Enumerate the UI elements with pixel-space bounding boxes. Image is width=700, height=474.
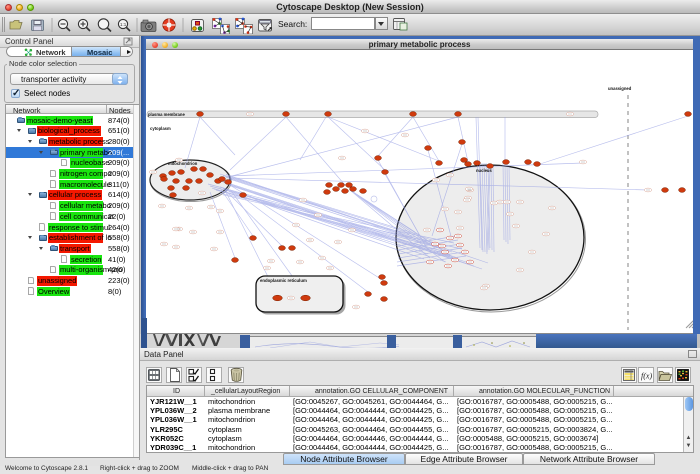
- svg-text:plasma membrane: plasma membrane: [148, 112, 185, 117]
- svg-text:cytoplasm: cytoplasm: [150, 126, 171, 131]
- svg-text:nucleus: nucleus: [476, 168, 492, 173]
- svg-text:endoplasmic reticulum: endoplasmic reticulum: [260, 278, 307, 283]
- svg-text:mitochondrion: mitochondrion: [168, 161, 198, 166]
- svg-text:1:1: 1:1: [120, 22, 127, 27]
- svg-text:unassigned: unassigned: [608, 86, 632, 91]
- svg-text:f(x): f(x): [641, 372, 652, 381]
